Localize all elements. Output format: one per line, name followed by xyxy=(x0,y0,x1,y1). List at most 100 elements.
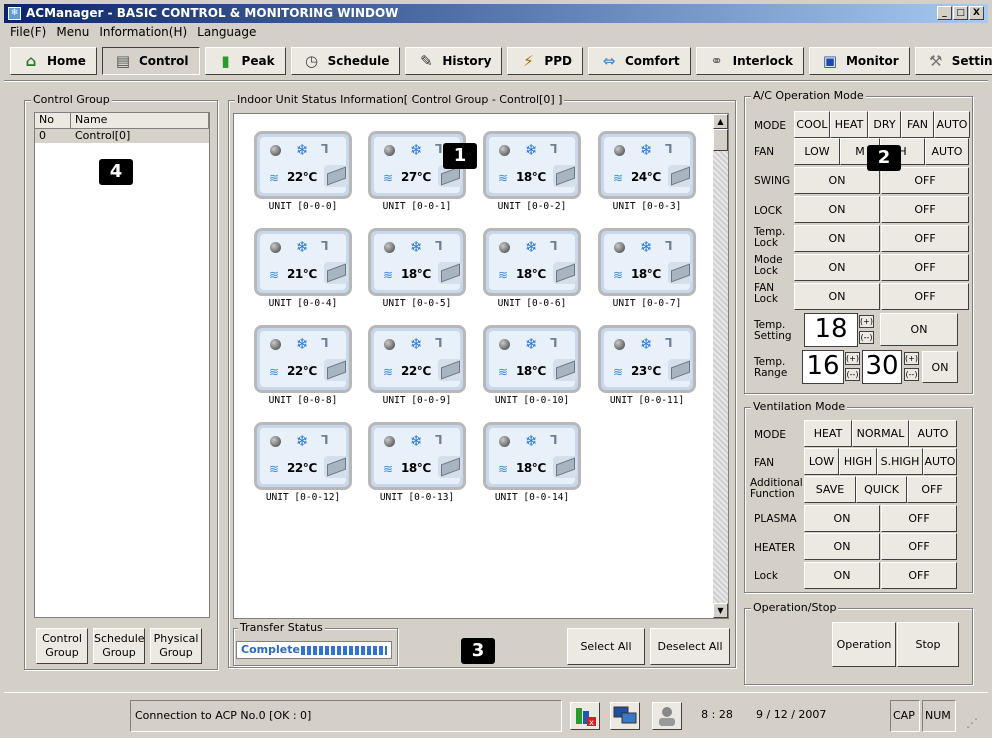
scroll-thumb[interactable] xyxy=(713,129,728,151)
fan-lock-off-button[interactable]: OFF xyxy=(881,283,969,310)
temp-setting-plus-button[interactable]: (+) xyxy=(859,315,874,328)
vertical-scrollbar[interactable]: ▲ ▼ xyxy=(713,114,728,618)
menu-file[interactable]: File(F) xyxy=(10,23,46,42)
minimize-button[interactable]: _ xyxy=(937,6,952,20)
vent-mode-normal-button[interactable]: NORMAL xyxy=(852,420,909,447)
vent-fan-high-button[interactable]: HIGH xyxy=(839,448,877,475)
temp-range-on-button[interactable]: ON xyxy=(922,351,958,383)
toolbar-comfort-button[interactable]: ⇔ Comfort xyxy=(587,47,691,75)
list-item-name: Control[0] xyxy=(75,129,131,142)
physical-group-button[interactable]: Physical Group xyxy=(150,628,202,664)
indoor-unit-tile[interactable]: ❄ ᒣ ≋ 23℃ UNIT [0-0-11] xyxy=(598,325,696,407)
ac-mode-cool-button[interactable]: COOL xyxy=(794,111,830,138)
indoor-unit-tile[interactable]: ❄ ᒣ ≋ 22℃ UNIT [0-0-9] xyxy=(368,325,466,407)
vent-fan-low-button[interactable]: LOW xyxy=(804,448,839,475)
vent-mode-auto-button[interactable]: AUTO xyxy=(909,420,957,447)
status-time: 8 : 28 xyxy=(701,708,733,721)
heater-on-button[interactable]: ON xyxy=(804,533,880,560)
vent-additional-quick-button[interactable]: QUICK xyxy=(856,476,907,503)
vent-additional-off-button[interactable]: OFF xyxy=(907,476,957,503)
fan-lock-on-button[interactable]: ON xyxy=(794,283,880,310)
toolbar-monitor-button[interactable]: ▣ Monitor xyxy=(808,47,910,75)
swing-off-button[interactable]: OFF xyxy=(881,167,969,194)
deselect-all-button[interactable]: Deselect All xyxy=(650,628,730,665)
menu-menu[interactable]: Menu xyxy=(56,23,89,42)
indoor-unit-tile[interactable]: ❄ ᒣ ≋ 18℃ UNIT [0-0-10] xyxy=(483,325,581,407)
indoor-unit-tile[interactable]: ❄ ᒣ ≋ 18℃ UNIT [0-0-6] xyxy=(483,228,581,310)
lock-icon: ᒣ xyxy=(321,239,329,253)
toolbar-setting-button[interactable]: ⚒ Setting xyxy=(914,47,992,75)
plasma-on-button[interactable]: ON xyxy=(804,505,880,532)
scroll-down-icon[interactable]: ▼ xyxy=(713,603,728,618)
indoor-unit-tile[interactable]: ❄ ᒣ ≋ 22℃ UNIT [0-0-0] xyxy=(254,131,352,213)
maximize-button[interactable]: □ xyxy=(953,6,968,20)
toolbar-peak-button[interactable]: ▮ Peak xyxy=(204,47,286,75)
indoor-unit-tile[interactable]: ❄ ᒣ ≋ 18℃ UNIT [0-0-13] xyxy=(368,422,466,504)
user-icon[interactable] xyxy=(652,702,682,730)
lock-on-button[interactable]: ON xyxy=(794,196,880,223)
vent-fan-auto-button[interactable]: AUTO xyxy=(923,448,957,475)
airflow-icon: ≋ xyxy=(498,462,509,476)
menu-language[interactable]: Language xyxy=(197,23,256,42)
range-low-plus-button[interactable]: (+) xyxy=(845,352,860,365)
unit-card: ❄ ᒣ ≋ 22℃ xyxy=(254,131,352,199)
indoor-unit-tile[interactable]: ❄ ᒣ ≋ 24℃ UNIT [0-0-3] xyxy=(598,131,696,213)
menu-information[interactable]: Information(H) xyxy=(99,23,187,42)
unit-label: UNIT [0-0-1] xyxy=(382,201,452,212)
indoor-unit-tile[interactable]: ❄ ᒣ ≋ 22℃ UNIT [0-0-12] xyxy=(254,422,352,504)
scroll-up-icon[interactable]: ▲ xyxy=(713,114,728,129)
plasma-off-button[interactable]: OFF xyxy=(881,505,957,532)
stop-button[interactable]: Stop xyxy=(897,622,959,667)
mode-lock-off-button[interactable]: OFF xyxy=(881,254,969,281)
temp-lock-on-button[interactable]: ON xyxy=(794,225,880,252)
toolbar-schedule-button[interactable]: ◷ Schedule xyxy=(290,47,401,75)
ac-mode-dry-button[interactable]: DRY xyxy=(868,111,901,138)
indoor-unit-tile[interactable]: ❄ ᒣ ≋ 21℃ UNIT [0-0-4] xyxy=(254,228,352,310)
indoor-unit-tile[interactable]: ❄ ᒣ ≋ 18℃ UNIT [0-0-14] xyxy=(483,422,581,504)
ac-fan-auto-button[interactable]: AUTO xyxy=(925,138,969,165)
ac-mode-heat-button[interactable]: HEAT xyxy=(830,111,868,138)
toolbar-control-button[interactable]: ▤ Control xyxy=(101,47,200,75)
vent-additional-save-button[interactable]: SAVE xyxy=(804,476,856,503)
toolbar-ppd-button[interactable]: ⚡ PPD xyxy=(507,47,583,75)
col-no-header[interactable]: No xyxy=(35,113,71,128)
schedule-group-button[interactable]: Schedule Group xyxy=(93,628,145,664)
heater-off-button[interactable]: OFF xyxy=(881,533,957,560)
indoor-unit-tile[interactable]: ❄ ᒣ ≋ 22℃ UNIT [0-0-8] xyxy=(254,325,352,407)
control-group-list[interactable]: No Name 0 Control[0] xyxy=(34,112,210,618)
temp-lock-off-button[interactable]: OFF xyxy=(881,225,969,252)
indoor-unit-tile[interactable]: ❄ ᒣ ≋ 18℃ UNIT [0-0-5] xyxy=(368,228,466,310)
lock-off-button[interactable]: OFF xyxy=(881,196,969,223)
toolbar-home-button[interactable]: ⌂ Home xyxy=(10,47,97,75)
list-item[interactable]: 0 Control[0] xyxy=(35,129,209,143)
ac-mode-auto-button[interactable]: AUTO xyxy=(934,111,970,138)
resize-grip-icon[interactable]: ⋰ xyxy=(966,716,978,730)
indoor-unit-tile[interactable]: ❄ ᒣ ≋ 18℃ UNIT [0-0-2] xyxy=(483,131,581,213)
control-group-button[interactable]: Control Group xyxy=(36,628,88,664)
ac-mode-fan-button[interactable]: FAN xyxy=(901,111,934,138)
temp-setting-on-button[interactable]: ON xyxy=(880,313,958,346)
operation-button[interactable]: Operation xyxy=(832,622,896,667)
vent-mode-heat-button[interactable]: HEAT xyxy=(804,420,852,447)
indoor-unit-tile[interactable]: ❄ ᒣ ≋ 18℃ UNIT [0-0-7] xyxy=(598,228,696,310)
ac-fan-low-button[interactable]: LOW xyxy=(794,138,840,165)
network-error-icon[interactable]: x xyxy=(570,702,600,730)
range-low-minus-button[interactable]: (--) xyxy=(845,368,860,381)
col-name-header[interactable]: Name xyxy=(71,113,209,128)
vent-fan-shigh-button[interactable]: S.HIGH xyxy=(877,448,923,475)
swing-on-button[interactable]: ON xyxy=(794,167,880,194)
toolbar-interlock-button[interactable]: ⚭ Interlock xyxy=(695,47,804,75)
select-all-button[interactable]: Select All xyxy=(567,628,645,665)
vent-lock-off-button[interactable]: OFF xyxy=(881,562,957,589)
computers-icon[interactable] xyxy=(610,702,640,730)
unit-label: UNIT [0-0-4] xyxy=(268,298,338,309)
mode-lock-on-button[interactable]: ON xyxy=(794,254,880,281)
swing-label: SWING xyxy=(754,175,791,187)
vent-lock-on-button[interactable]: ON xyxy=(804,562,880,589)
close-button[interactable]: X xyxy=(969,6,984,20)
toolbar-history-button[interactable]: ✎ History xyxy=(405,47,503,75)
range-high-minus-button[interactable]: (--) xyxy=(904,368,919,381)
temp-setting-minus-button[interactable]: (--) xyxy=(859,331,874,344)
range-high-plus-button[interactable]: (+) xyxy=(904,352,919,365)
list-header: No Name xyxy=(35,113,209,129)
